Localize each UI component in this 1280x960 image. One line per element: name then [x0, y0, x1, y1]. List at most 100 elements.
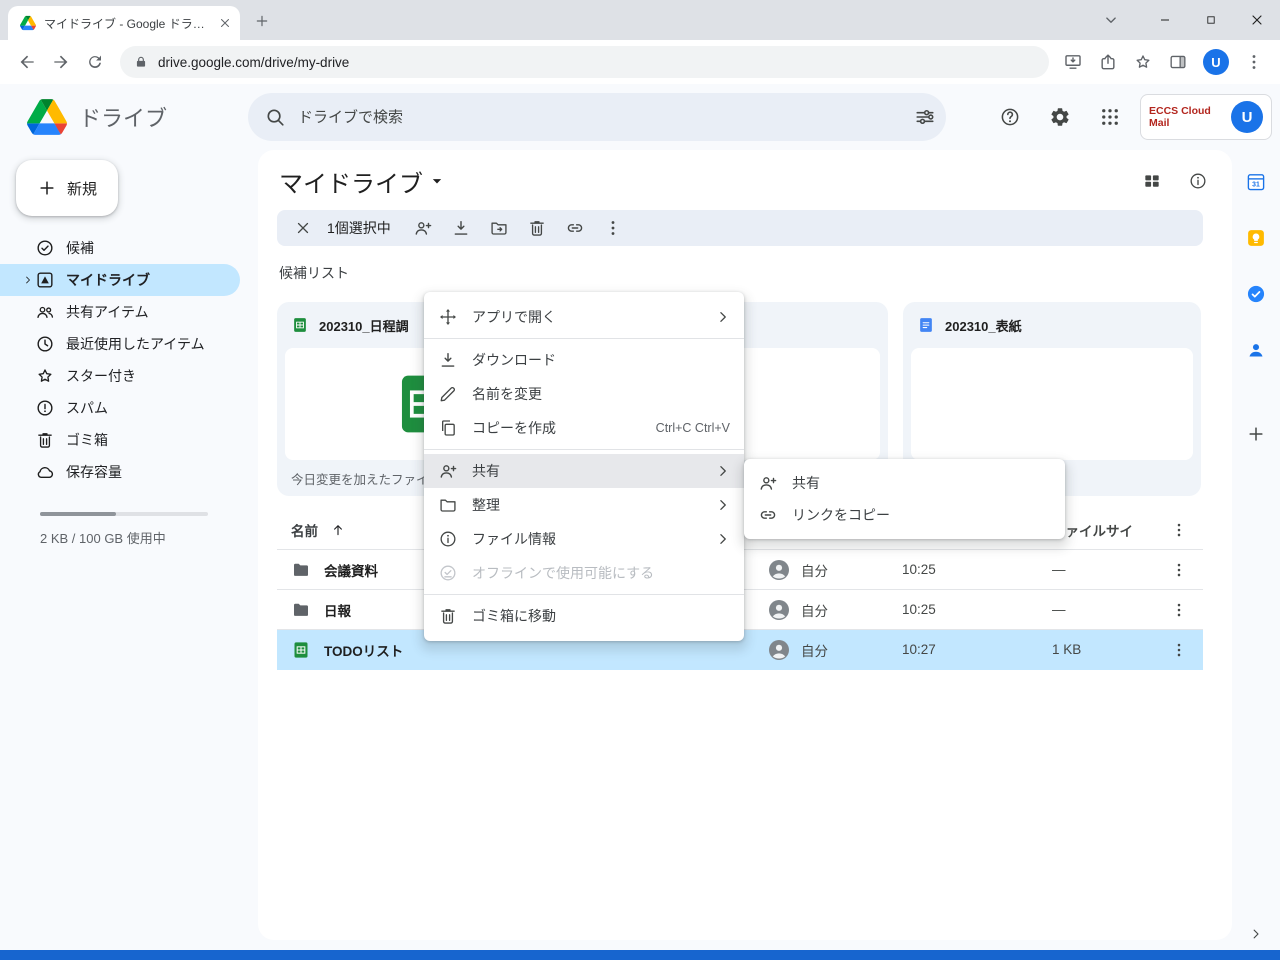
new-button[interactable]: 新規 — [16, 160, 118, 216]
suggested-section-label: 候補リスト — [279, 263, 1232, 283]
window-maximize-button[interactable] — [1188, 0, 1234, 40]
modified-time: 10:27 — [902, 642, 1052, 657]
menu-item-rename[interactable]: 名前を変更 — [424, 377, 744, 411]
back-button[interactable] — [10, 45, 44, 79]
row-more-button[interactable] — [1159, 561, 1199, 579]
address-bar[interactable]: drive.google.com/drive/my-drive — [120, 46, 1049, 78]
move-selection-button[interactable] — [481, 212, 517, 244]
menu-item-share[interactable]: 共有 — [424, 454, 744, 488]
card-thumbnail — [911, 348, 1193, 460]
browser-window: マイドライブ - Google ドライブ drive.google.com/dr… — [0, 0, 1280, 960]
share-page-icon[interactable] — [1098, 52, 1118, 72]
sidebar-item-storage[interactable]: 保存容量 — [0, 456, 240, 488]
file-name: 日報 — [324, 600, 351, 620]
calendar-icon[interactable] — [1236, 162, 1276, 202]
submenu-arrow-icon — [714, 308, 732, 326]
keep-icon[interactable] — [1236, 218, 1276, 258]
copy-link-button[interactable] — [557, 212, 593, 244]
url-text: drive.google.com/drive/my-drive — [158, 55, 349, 70]
get-add-ons-plus-icon[interactable] — [1236, 414, 1276, 454]
sidebar-item-suggested[interactable]: 候補 — [0, 232, 240, 264]
drive-search-bar[interactable] — [248, 93, 946, 141]
row-more-button[interactable] — [1159, 601, 1199, 619]
view-actions — [1132, 161, 1218, 201]
menu-item-make-copy[interactable]: コピーを作成 Ctrl+C Ctrl+V — [424, 411, 744, 445]
menu-divider — [424, 594, 744, 595]
account-badge-label: ECCS Cloud Mail — [1149, 105, 1223, 129]
my-drive-icon — [35, 270, 55, 290]
search-icon[interactable] — [264, 106, 286, 128]
shortcut-text: Ctrl+C Ctrl+V — [656, 421, 730, 435]
window-close-button[interactable] — [1234, 0, 1280, 40]
forward-button[interactable] — [44, 45, 78, 79]
reload-button[interactable] — [78, 45, 112, 79]
submenu-item-share[interactable]: 共有 — [744, 467, 1065, 499]
bookmark-star-icon[interactable] — [1133, 52, 1153, 72]
menu-item-open-with[interactable]: アプリで開く — [424, 300, 744, 334]
browser-tab[interactable]: マイドライブ - Google ドライブ — [8, 6, 240, 40]
window-minimize-button[interactable] — [1142, 0, 1188, 40]
settings-gear-button[interactable] — [1040, 97, 1080, 137]
title-row: マイドライブ — [258, 150, 1232, 204]
page-title[interactable]: マイドライブ — [279, 164, 447, 199]
browser-menu-icon[interactable] — [1244, 52, 1264, 72]
help-button[interactable] — [990, 97, 1030, 137]
title-dropdown-caret-icon[interactable] — [427, 171, 447, 191]
sidebar-item-label: 保存容量 — [66, 462, 122, 482]
browser-profile-avatar[interactable]: U — [1203, 49, 1229, 75]
contacts-icon[interactable] — [1236, 330, 1276, 370]
header-size[interactable]: ファイルサイ — [1052, 520, 1159, 540]
menu-divider — [424, 449, 744, 450]
folder-icon — [291, 560, 311, 580]
details-info-button[interactable] — [1178, 161, 1218, 201]
sidebar-item-recent[interactable]: 最近使用したアイテム — [0, 328, 240, 360]
owner-name: 自分 — [801, 600, 828, 620]
row-more-button[interactable] — [1159, 641, 1199, 659]
save-to-device-icon[interactable] — [1063, 52, 1083, 72]
clear-selection-button[interactable] — [285, 212, 321, 244]
share-selection-button[interactable] — [405, 212, 441, 244]
sidebar-item-spam[interactable]: スパム — [0, 392, 240, 424]
sidebar-item-starred[interactable]: スター付き — [0, 360, 240, 392]
drive-brand[interactable]: ドライブ — [0, 99, 248, 135]
site-security-lock-icon[interactable] — [134, 55, 148, 69]
storage-progress-fill — [40, 512, 116, 516]
account-badge[interactable]: ECCS Cloud Mail U — [1140, 94, 1272, 140]
menu-item-move-to-trash[interactable]: ゴミ箱に移動 — [424, 599, 744, 633]
trash-icon — [438, 606, 458, 626]
modified-time: 10:25 — [902, 602, 1052, 617]
menu-item-download[interactable]: ダウンロード — [424, 343, 744, 377]
copy-icon — [438, 418, 458, 438]
tab-close-icon[interactable] — [218, 16, 232, 30]
submenu-arrow-icon — [714, 530, 732, 548]
sidebar-item-trash[interactable]: ゴミ箱 — [0, 424, 240, 456]
drive-search-input[interactable] — [298, 109, 902, 126]
spam-icon — [35, 398, 55, 418]
account-avatar[interactable]: U — [1231, 101, 1263, 133]
tasks-icon[interactable] — [1236, 274, 1276, 314]
app-name: ドライブ — [79, 101, 167, 133]
more-actions-button[interactable] — [595, 212, 631, 244]
storage-cloud-icon — [35, 462, 55, 482]
trash-selection-button[interactable] — [519, 212, 555, 244]
side-panel-icon[interactable] — [1168, 52, 1188, 72]
sort-ascending-arrow-icon[interactable] — [330, 522, 346, 538]
trash-icon — [35, 430, 55, 450]
card-title: 202310_日程調 — [319, 316, 409, 335]
docs-file-icon — [917, 316, 935, 334]
info-icon — [438, 529, 458, 549]
new-tab-button[interactable] — [248, 7, 276, 35]
google-apps-button[interactable] — [1090, 97, 1130, 137]
expand-chevron-icon[interactable] — [22, 274, 35, 286]
tab-search-chevron-icon[interactable] — [1096, 5, 1126, 35]
menu-item-organize[interactable]: 整理 — [424, 488, 744, 522]
sidebar-item-my-drive[interactable]: マイドライブ — [0, 264, 240, 296]
submenu-item-copy-link[interactable]: リンクをコピー — [744, 499, 1065, 531]
search-options-tune-icon[interactable] — [914, 106, 936, 128]
menu-item-file-info[interactable]: ファイル情報 — [424, 522, 744, 556]
header-more-icon[interactable] — [1159, 521, 1199, 539]
hide-side-panel-chevron-icon[interactable] — [1244, 922, 1268, 946]
grid-view-toggle-button[interactable] — [1132, 161, 1172, 201]
sidebar-item-shared[interactable]: 共有アイテム — [0, 296, 240, 328]
download-selection-button[interactable] — [443, 212, 479, 244]
